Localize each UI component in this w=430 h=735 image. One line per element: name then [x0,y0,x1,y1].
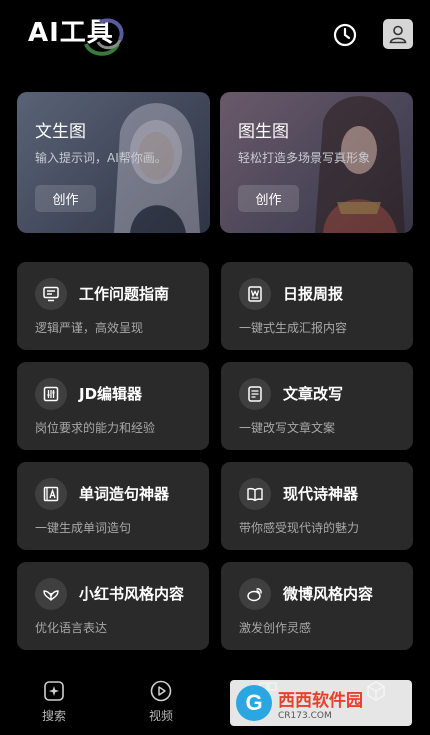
create-button[interactable]: 创作 [35,185,96,212]
tool-card-modern-poetry[interactable]: 现代诗神器 带你感受现代诗的魅力 [221,462,413,550]
weibo-icon [239,578,271,610]
tool-card-weibo[interactable]: 微博风格内容 激发创作灵感 [221,562,413,650]
letter-a-icon [35,478,67,510]
site-watermark: G 西西软件园 CR173.COM [230,680,412,726]
tool-title: 微博风格内容 [283,585,374,603]
tool-card-daily-report[interactable]: 日报周报 一键式生成汇报内容 [221,262,413,350]
tool-card-jd-editor[interactable]: JD编辑器 岗位要求的能力和经验 [17,362,209,450]
nav-label: 搜索 [41,709,66,723]
swirl-logo-icon [84,18,124,56]
tool-card-xiaohongshu[interactable]: 小红书风格内容 优化语言表达 [17,562,209,650]
document-icon [239,378,271,410]
tool-title: 文章改写 [283,385,344,403]
sliders-icon [35,378,67,410]
tool-title: 小红书风格内容 [79,585,185,603]
feature-subtitle: 轻松打造多场景写真形象 [238,151,371,165]
tool-card-word-sentence[interactable]: 单词造句神器 一键生成单词造句 [17,462,209,550]
tool-description: 优化语言表达 [35,621,108,635]
header: AI工具 [0,0,430,70]
tool-title: 单词造句神器 [79,485,170,503]
tool-card-work-guide[interactable]: 工作问题指南 逻辑严谨，高效呈现 [17,262,209,350]
tool-title: JD编辑器 [79,385,143,403]
nav-label: 视频 [148,709,173,723]
image-to-image-card[interactable]: 图生图 轻松打造多场景写真形象 创作 [220,92,413,233]
nav-search[interactable]: 搜索 [34,679,74,729]
tool-description: 一键改写文章文案 [239,421,336,435]
play-icon [150,680,172,702]
tool-description: 一键生成单词造句 [35,521,132,535]
sparkle-search-icon [44,681,64,701]
nav-video[interactable]: 视频 [141,679,181,729]
tool-description: 一键式生成汇报内容 [239,321,348,335]
watermark-text: 西西软件园 [278,690,363,711]
profile-button[interactable] [383,19,413,49]
tool-description: 带你感受现代诗的魅力 [239,521,360,535]
clock-icon[interactable] [332,22,358,48]
tool-title: 工作问题指南 [79,285,170,303]
feature-title: 图生图 [238,122,289,142]
tool-description: 激发创作灵感 [239,621,312,635]
tool-title: 现代诗神器 [283,485,359,503]
leaf-icon [35,578,67,610]
open-book-icon [239,478,271,510]
word-doc-icon [239,278,271,310]
feature-title: 文生图 [35,122,86,142]
monitor-icon [35,278,67,310]
text-to-image-card[interactable]: 文生图 输入提示词，AI帮你画。 创作 [17,92,210,233]
feature-subtitle: 输入提示词，AI帮你画。 [35,151,167,165]
tool-description: 逻辑严谨，高效呈现 [35,321,144,335]
create-button[interactable]: 创作 [238,185,299,212]
user-icon [389,25,407,44]
tool-description: 岗位要求的能力和经验 [35,421,156,435]
tool-card-article-rewrite[interactable]: 文章改写 一键改写文章文案 [221,362,413,450]
watermark-logo-icon: G [236,685,272,721]
tool-title: 日报周报 [283,285,344,303]
watermark-url: CR173.COM [278,710,332,721]
